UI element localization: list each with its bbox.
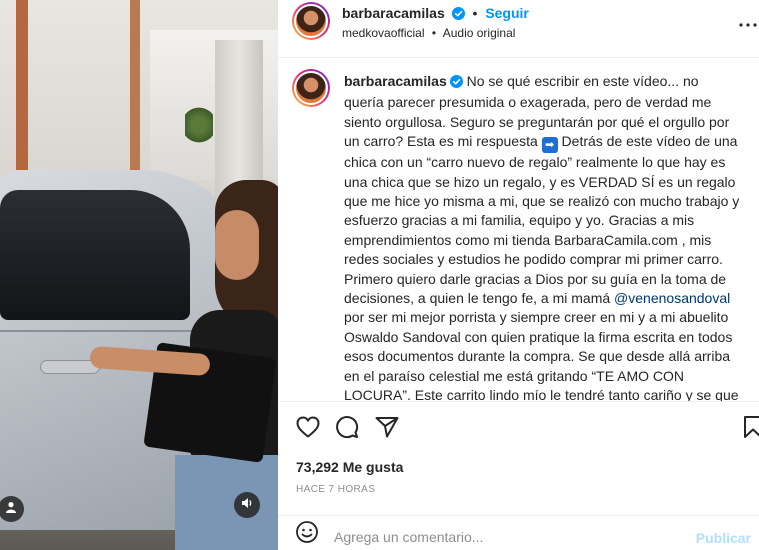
audio-toggle-button[interactable] xyxy=(234,492,260,518)
separator-dot: • xyxy=(472,5,478,21)
post-header: barbaracamilas • Seguir medkovaofficial … xyxy=(278,0,759,58)
heart-icon xyxy=(296,416,320,443)
bookmark-icon xyxy=(743,415,759,444)
author-username[interactable]: barbaracamilas xyxy=(342,5,445,21)
user-icon xyxy=(5,500,17,518)
like-button[interactable] xyxy=(295,416,321,442)
speaker-muted-icon xyxy=(240,496,254,515)
emoji-button[interactable] xyxy=(294,520,320,549)
caption-username[interactable]: barbaracamilas xyxy=(344,73,447,89)
paper-plane-icon xyxy=(375,416,399,443)
author-line: barbaracamilas • Seguir xyxy=(342,5,529,23)
mention-link[interactable]: @venenosandoval xyxy=(614,290,730,306)
caption-part-2: Detrás de este vídeo de una chica con un… xyxy=(344,133,740,307)
more-horizontal-icon xyxy=(739,11,757,32)
save-button[interactable] xyxy=(740,415,759,444)
actions-section: 73,292 Me gusta HACE 7 HORAS xyxy=(278,401,759,531)
audio-author[interactable]: medkovaofficial xyxy=(342,26,425,40)
caption-part-3: por ser mi mejor porrista y siempre cree… xyxy=(344,309,739,401)
caption-section: barbaracamilas No se qué escribir en est… xyxy=(278,59,759,401)
author-avatar[interactable] xyxy=(292,2,330,40)
comment-button[interactable] xyxy=(334,415,360,444)
post-video[interactable] xyxy=(0,0,278,550)
likes-count[interactable]: 73,292 Me gusta xyxy=(296,459,403,475)
video-frame xyxy=(0,0,278,550)
publish-button[interactable]: Publicar xyxy=(696,530,751,546)
follow-button[interactable]: Seguir xyxy=(485,5,529,21)
verified-badge-icon xyxy=(451,7,465,23)
verified-badge-icon xyxy=(449,74,463,93)
comment-input[interactable] xyxy=(334,529,674,545)
share-button[interactable] xyxy=(374,416,400,442)
caption-text: barbaracamilas No se qué escribir en est… xyxy=(344,72,742,401)
comment-bubble-icon xyxy=(335,415,359,444)
more-options-button[interactable] xyxy=(739,12,757,30)
comment-bar: Publicar xyxy=(278,515,759,550)
post-panel: barbaracamilas • Seguir medkovaofficial … xyxy=(278,0,759,550)
smiley-icon xyxy=(295,520,319,549)
caption-avatar[interactable] xyxy=(292,69,330,107)
post-timestamp[interactable]: HACE 7 HORAS xyxy=(296,484,375,495)
arrow-right-emoji-icon: ➡ xyxy=(541,137,558,154)
audio-separator: • xyxy=(431,26,437,40)
audio-line: medkovaofficial • Audio original xyxy=(342,26,515,40)
audio-label[interactable]: Audio original xyxy=(443,26,516,40)
